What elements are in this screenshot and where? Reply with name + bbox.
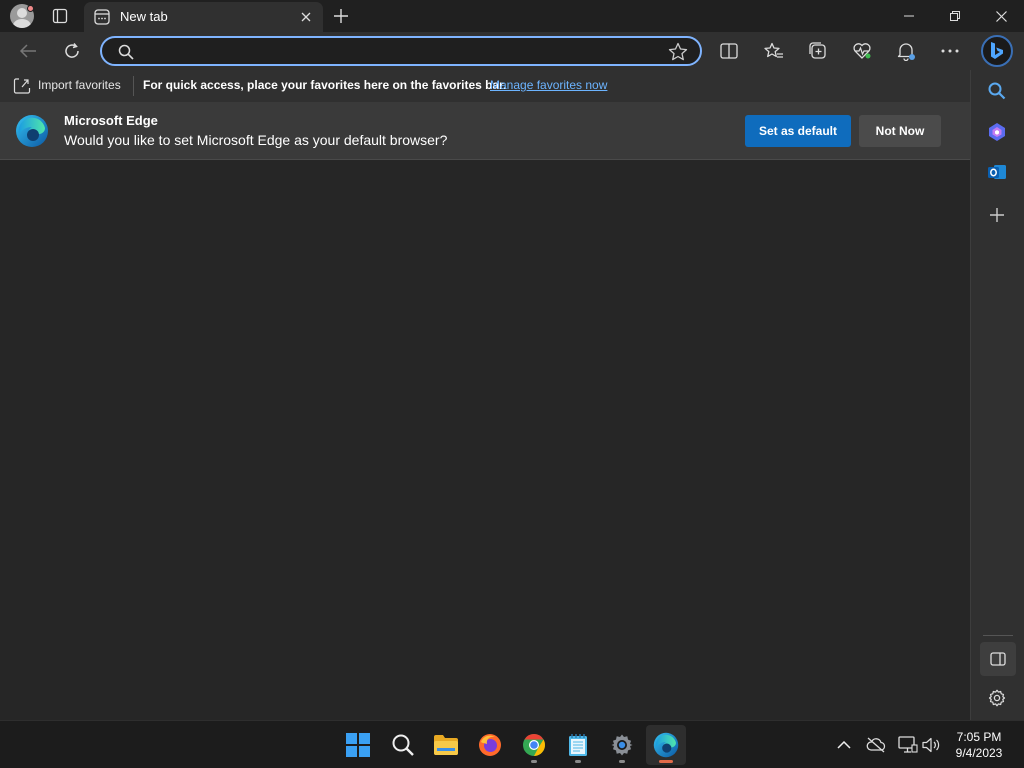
network-tray-icon[interactable] bbox=[896, 733, 920, 757]
arrow-left-icon bbox=[19, 44, 36, 58]
favorites-button[interactable] bbox=[760, 37, 788, 65]
taskbar-file-explorer[interactable] bbox=[426, 725, 466, 765]
running-indicator bbox=[531, 760, 537, 763]
chrome-icon bbox=[523, 734, 545, 756]
taskbar-edge[interactable] bbox=[646, 725, 686, 765]
default-browser-infobar: Microsoft Edge Would you like to set Mic… bbox=[0, 103, 970, 160]
favorites-bar: Import favorites For quick access, place… bbox=[0, 70, 970, 103]
onedrive-tray-icon[interactable] bbox=[864, 733, 888, 757]
tab-actions-icon bbox=[52, 8, 68, 24]
taskbar-notepad[interactable] bbox=[558, 725, 598, 765]
notifications-button[interactable] bbox=[892, 37, 920, 65]
sidebar-panel-icon bbox=[990, 652, 1006, 666]
new-tab-favicon-icon bbox=[94, 9, 110, 25]
split-screen-button[interactable] bbox=[715, 37, 743, 65]
plus-icon bbox=[990, 208, 1004, 222]
edge-sidebar bbox=[970, 70, 1024, 720]
show-hidden-icons-button[interactable] bbox=[832, 733, 856, 757]
outlook-icon bbox=[988, 165, 1006, 179]
heart-pulse-icon bbox=[853, 43, 871, 59]
windows-logo-icon bbox=[346, 733, 370, 757]
navigation-toolbar bbox=[0, 32, 1024, 70]
close-icon bbox=[301, 12, 311, 22]
address-input[interactable] bbox=[140, 40, 660, 62]
chevron-up-icon bbox=[837, 741, 851, 749]
import-favorites-link[interactable]: Import favorites bbox=[38, 78, 121, 92]
speaker-icon bbox=[922, 737, 940, 753]
bing-copilot-button[interactable] bbox=[981, 35, 1013, 67]
copilot-icon bbox=[989, 123, 1005, 141]
refresh-icon bbox=[65, 43, 79, 58]
active-indicator bbox=[659, 760, 673, 763]
windows-taskbar: 7:05 PM 9/4/2023 bbox=[0, 720, 1024, 768]
search-icon bbox=[392, 734, 414, 756]
collections-button[interactable] bbox=[804, 37, 832, 65]
sidebar-copilot-button[interactable] bbox=[983, 118, 1011, 146]
taskbar-firefox[interactable] bbox=[470, 725, 510, 765]
infobar-app-name: Microsoft Edge bbox=[64, 113, 158, 128]
cloud-offline-icon bbox=[866, 737, 886, 753]
tab-close-button[interactable] bbox=[298, 9, 314, 25]
restore-button[interactable] bbox=[932, 0, 978, 32]
clock-date: 9/4/2023 bbox=[955, 746, 1003, 760]
back-button[interactable] bbox=[14, 37, 42, 65]
bing-logo-icon bbox=[991, 42, 1003, 59]
import-favorites-icon bbox=[13, 78, 31, 94]
bell-icon bbox=[897, 43, 915, 61]
taskbar-settings[interactable] bbox=[602, 725, 642, 765]
minimize-icon bbox=[904, 15, 914, 17]
close-icon bbox=[995, 10, 1007, 22]
address-bar[interactable] bbox=[100, 36, 702, 66]
clock-time: 7:05 PM bbox=[956, 730, 1002, 744]
network-icon bbox=[898, 736, 918, 753]
manage-favorites-link[interactable]: Manage favorites now bbox=[490, 78, 607, 92]
new-tab-button[interactable] bbox=[330, 5, 352, 27]
favorites-divider bbox=[133, 76, 134, 96]
settings-and-more-button[interactable] bbox=[936, 37, 964, 65]
tab-title: New tab bbox=[120, 9, 168, 24]
star-icon[interactable] bbox=[668, 42, 688, 62]
tab-actions-button[interactable] bbox=[49, 5, 71, 27]
gear-icon bbox=[988, 689, 1006, 707]
search-icon bbox=[988, 82, 1006, 100]
page-content bbox=[0, 160, 970, 720]
gear-icon bbox=[611, 734, 633, 756]
favorites-icon bbox=[764, 42, 783, 58]
profile-badge bbox=[27, 5, 34, 12]
running-indicator bbox=[619, 760, 625, 763]
infobar-question: Would you like to set Microsoft Edge as … bbox=[64, 132, 448, 148]
sidebar-settings-button[interactable] bbox=[983, 684, 1011, 712]
sidebar-divider bbox=[983, 635, 1013, 636]
taskbar-clock[interactable]: 7:05 PM 9/4/2023 bbox=[948, 729, 1010, 761]
refresh-button[interactable] bbox=[58, 37, 86, 65]
folder-icon bbox=[434, 735, 458, 755]
taskbar-search-button[interactable] bbox=[383, 725, 423, 765]
volume-tray-icon[interactable] bbox=[919, 733, 943, 757]
favorites-bar-message: For quick access, place your favorites h… bbox=[143, 78, 507, 92]
sidebar-add-button[interactable] bbox=[983, 201, 1011, 229]
sidebar-search-button[interactable] bbox=[983, 77, 1011, 105]
notepad-icon bbox=[569, 734, 587, 756]
not-now-button[interactable]: Not Now bbox=[859, 115, 941, 147]
restore-icon bbox=[950, 11, 960, 21]
set-as-default-button[interactable]: Set as default bbox=[745, 115, 851, 147]
running-indicator bbox=[575, 760, 581, 763]
sidebar-outlook-button[interactable] bbox=[983, 158, 1011, 186]
hide-sidebar-button[interactable] bbox=[980, 642, 1016, 676]
firefox-icon bbox=[479, 734, 501, 756]
collections-icon bbox=[809, 42, 826, 59]
title-bar: New tab bbox=[0, 0, 1024, 32]
minimize-button[interactable] bbox=[886, 0, 932, 32]
more-icon bbox=[941, 49, 959, 53]
taskbar-start-button[interactable] bbox=[338, 725, 378, 765]
tab-new-tab[interactable]: New tab bbox=[84, 2, 323, 32]
edge-icon bbox=[653, 732, 679, 758]
edge-logo-icon bbox=[16, 115, 48, 147]
plus-icon bbox=[334, 9, 348, 23]
search-icon bbox=[118, 44, 134, 60]
taskbar-chrome[interactable] bbox=[514, 725, 554, 765]
close-window-button[interactable] bbox=[978, 0, 1024, 32]
split-screen-icon bbox=[720, 43, 738, 59]
browser-essentials-button[interactable] bbox=[848, 37, 876, 65]
